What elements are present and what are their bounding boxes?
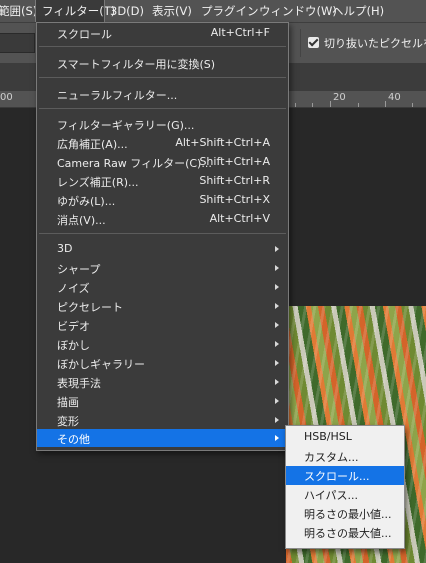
menu-item-shortcut: Alt+Ctrl+F — [210, 26, 270, 39]
menu-item-label: ビデオ — [57, 320, 90, 333]
menu-item-label: スクロール... — [304, 470, 370, 483]
options-input-field[interactable] — [0, 33, 35, 53]
submenu-item-custom[interactable]: カスタム... — [286, 447, 404, 466]
ruler-tick — [358, 103, 359, 107]
submenu-arrow-icon — [275, 379, 279, 385]
filter-menu-item-liquify[interactable]: ゆがみ(L)... Shift+Ctrl+X — [37, 191, 288, 209]
menu-item-label: 消点(V)... — [57, 214, 106, 227]
menu-separator — [39, 46, 286, 47]
filter-menu-item-adaptive-wide-angle[interactable]: 広角補正(A)... Alt+Shift+Ctrl+A — [37, 134, 288, 152]
menu-plugins[interactable]: プラグイン — [201, 0, 259, 22]
menu-item-label: その他 — [57, 433, 90, 446]
ruler-tick — [295, 103, 296, 107]
submenu-item-minimum[interactable]: 明るさの最小値... — [286, 504, 404, 523]
options-separator — [300, 29, 301, 57]
menu-item-label: 明るさの最大値... — [304, 527, 392, 540]
submenu-item-hsb-hsl[interactable]: HSB/HSL — [286, 428, 404, 447]
ruler-tick — [385, 101, 386, 107]
submenu-arrow-icon — [275, 284, 279, 290]
filter-menu-item-smart-filter[interactable]: スマートフィルター用に変換(S) — [37, 54, 288, 72]
submenu-arrow-icon — [275, 303, 279, 309]
menu-item-label: 3D — [57, 242, 73, 255]
menu-item-label: 明るさの最小値... — [304, 508, 392, 521]
submenu-arrow-icon — [275, 322, 279, 328]
menu-item-label: ニューラルフィルター... — [57, 89, 178, 102]
submenu-arrow-icon — [275, 398, 279, 404]
submenu-arrow-icon — [275, 341, 279, 347]
ruler-label: 20 — [333, 92, 346, 103]
menu-help[interactable]: ヘルプ(H) — [332, 0, 384, 22]
other-submenu: HSB/HSL カスタム... スクロール... ハイパス... 明るさの最小値… — [285, 425, 405, 549]
filter-menu-item-other[interactable]: その他 — [37, 429, 288, 447]
filter-menu-item-vanishing-point[interactable]: 消点(V)... Alt+Ctrl+V — [37, 210, 288, 228]
ruler-label: 00 — [0, 92, 13, 103]
filter-menu-item-lens-correction[interactable]: レンズ補正(R)... Shift+Ctrl+R — [37, 172, 288, 190]
menu-item-label: レンズ補正(R)... — [57, 176, 139, 189]
menu-item-label: ぼかしギャラリー — [57, 358, 145, 371]
menu-item-label: 描画 — [57, 396, 79, 409]
filter-menu-item-last-filter[interactable]: スクロール Alt+Ctrl+F — [37, 24, 288, 42]
menu-item-label: Camera Raw フィルター(C)... — [57, 157, 212, 170]
submenu-item-maximum[interactable]: 明るさの最大値... — [286, 523, 404, 542]
menu-item-label: HSB/HSL — [304, 430, 352, 443]
menu-window[interactable]: ウィンドウ(W) — [259, 0, 337, 22]
submenu-arrow-icon — [275, 417, 279, 423]
menu-item-label: 広角補正(A)... — [57, 138, 128, 151]
filter-menu-item-neural-filters[interactable]: ニューラルフィルター... — [37, 85, 288, 103]
menu-filter[interactable]: フィルター(T) — [35, 0, 115, 23]
ruler-label: 40 — [388, 92, 401, 103]
delete-cropped-pixels-label: 切り抜いたピクセルを — [324, 37, 426, 50]
ruler-tick — [312, 103, 313, 107]
filter-menu-item-video[interactable]: ビデオ — [37, 316, 288, 334]
menu-3d[interactable]: 3D(D) — [110, 0, 144, 22]
ruler-tick — [330, 101, 331, 107]
filter-menu-item-blur[interactable]: ぼかし — [37, 335, 288, 353]
menu-view[interactable]: 表示(V) — [152, 0, 192, 22]
menu-item-label: ゆがみ(L)... — [57, 195, 116, 208]
menu-item-shortcut: Alt+Shift+Ctrl+A — [175, 136, 270, 149]
filter-menu-item-noise[interactable]: ノイズ — [37, 278, 288, 296]
menu-item-label: ノイズ — [57, 282, 90, 295]
filter-menu-item-distort[interactable]: 変形 — [37, 411, 288, 429]
filter-menu-item-render[interactable]: 描画 — [37, 392, 288, 410]
menubar: 範囲(S) フィルター(T) 3D(D) 表示(V) プラグイン ウィンドウ(W… — [0, 0, 426, 23]
menu-item-label: スクロール — [57, 28, 112, 41]
menu-item-shortcut: Shift+Ctrl+A — [199, 155, 270, 168]
filter-menu-item-camera-raw[interactable]: Camera Raw フィルター(C)... Shift+Ctrl+A — [37, 153, 288, 171]
filter-menu-item-blur-gallery[interactable]: ぼかしギャラリー — [37, 354, 288, 372]
menu-item-label: ハイパス... — [304, 489, 359, 502]
submenu-item-offset[interactable]: スクロール... — [286, 466, 404, 485]
menu-item-label: スマートフィルター用に変換(S) — [57, 58, 216, 71]
filter-menu-item-3d[interactable]: 3D — [37, 240, 288, 258]
delete-cropped-pixels-checkbox[interactable] — [308, 37, 319, 48]
submenu-arrow-icon — [275, 246, 279, 252]
submenu-arrow-icon — [275, 265, 279, 271]
menu-item-shortcut: Shift+Ctrl+X — [199, 193, 270, 206]
submenu-item-high-pass[interactable]: ハイパス... — [286, 485, 404, 504]
filter-menu-item-pixelate[interactable]: ピクセレート — [37, 297, 288, 315]
menu-select[interactable]: 範囲(S) — [0, 0, 37, 22]
filter-menu-item-stylize[interactable]: 表現手法 — [37, 373, 288, 391]
menu-item-label: カスタム... — [304, 451, 359, 464]
menu-item-shortcut: Alt+Ctrl+V — [209, 212, 270, 225]
menu-item-label: フィルターギャラリー(G)... — [57, 119, 195, 132]
menu-separator — [39, 233, 286, 234]
menu-item-shortcut: Shift+Ctrl+R — [199, 174, 270, 187]
menu-item-label: ピクセレート — [57, 301, 123, 314]
submenu-arrow-icon — [275, 435, 279, 441]
ruler-tick — [412, 103, 413, 107]
filter-menu-item-sharpen[interactable]: シャープ — [37, 259, 288, 277]
menu-item-label: 変形 — [57, 415, 79, 428]
filter-menu: スクロール Alt+Ctrl+F スマートフィルター用に変換(S) ニューラルフ… — [36, 22, 289, 451]
menu-item-label: シャープ — [57, 263, 101, 276]
menu-item-label: ぼかし — [57, 339, 90, 352]
menu-item-label: 表現手法 — [57, 377, 101, 390]
submenu-arrow-icon — [275, 360, 279, 366]
menu-separator — [39, 77, 286, 78]
menu-separator — [39, 108, 286, 109]
filter-menu-item-filter-gallery[interactable]: フィルターギャラリー(G)... — [37, 115, 288, 133]
